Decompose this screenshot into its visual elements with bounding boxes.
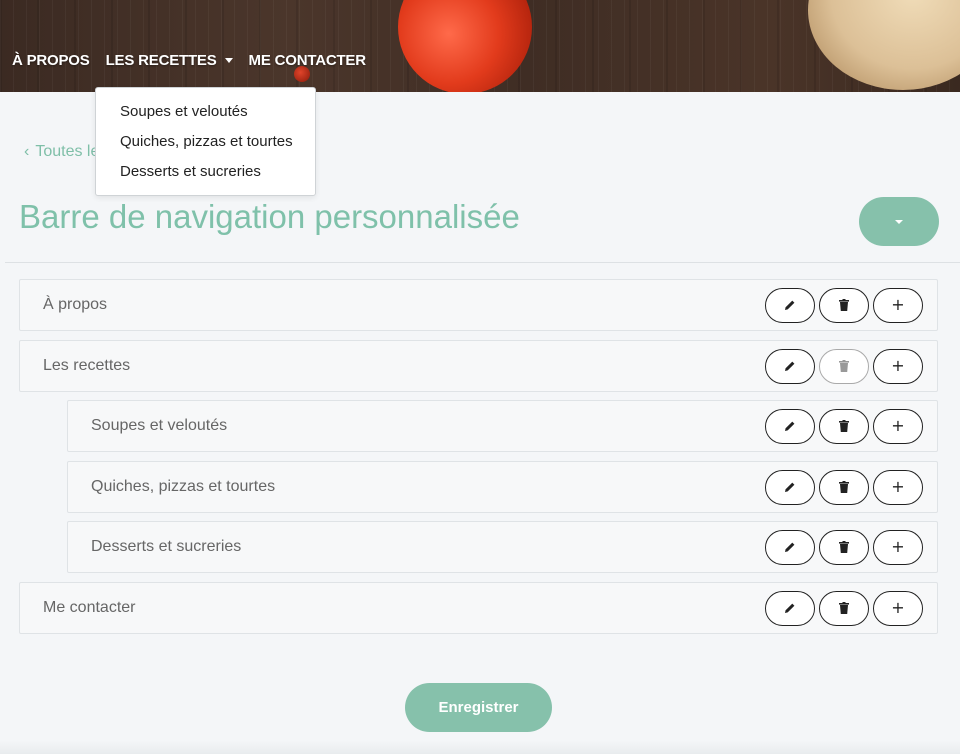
options-dropdown-button[interactable] bbox=[859, 197, 939, 246]
divider bbox=[5, 262, 960, 263]
row-actions: + bbox=[765, 408, 937, 444]
tomato-image bbox=[398, 0, 532, 92]
row-actions: + bbox=[765, 590, 937, 626]
row-actions: + bbox=[765, 348, 937, 384]
nav-item-label: À PROPOS bbox=[12, 52, 90, 69]
plus-icon: + bbox=[891, 295, 905, 314]
menu-item-row: Me contacter + bbox=[19, 582, 938, 634]
header-banner: À PROPOS LES RECETTES ME CONTACTER bbox=[0, 0, 960, 92]
page-bottom-edge bbox=[0, 740, 960, 754]
add-child-button[interactable]: + bbox=[873, 469, 923, 505]
row-actions: + bbox=[765, 469, 937, 505]
plus-icon: + bbox=[891, 537, 905, 556]
row-actions: + bbox=[765, 529, 937, 565]
delete-button[interactable] bbox=[819, 469, 869, 505]
trash-icon bbox=[839, 360, 849, 372]
add-child-button[interactable]: + bbox=[873, 590, 923, 626]
delete-button[interactable] bbox=[819, 408, 869, 444]
menu-item-label: Desserts et sucreries bbox=[91, 538, 242, 555]
plus-icon: + bbox=[891, 356, 905, 375]
nav-item-les-recettes[interactable]: LES RECETTES bbox=[106, 52, 233, 69]
delete-button[interactable] bbox=[819, 529, 869, 565]
nav-item-label: ME CONTACTER bbox=[248, 52, 367, 69]
add-child-button[interactable]: + bbox=[873, 529, 923, 565]
nav-item-me-contacter[interactable]: ME CONTACTER bbox=[248, 52, 367, 69]
menu-item-label: Les recettes bbox=[43, 357, 131, 374]
edit-button[interactable] bbox=[765, 408, 815, 444]
menu-item-label: Me contacter bbox=[43, 599, 136, 616]
caret-down-icon bbox=[224, 58, 233, 63]
menu-item-row: À propos + bbox=[19, 279, 938, 331]
add-child-button[interactable]: + bbox=[873, 348, 923, 384]
pencil-icon bbox=[785, 421, 795, 431]
dropdown-item-soupes[interactable]: Soupes et veloutés bbox=[96, 98, 315, 128]
plus-icon: + bbox=[891, 416, 905, 435]
nav-item-a-propos[interactable]: À PROPOS bbox=[12, 52, 90, 69]
row-actions: + bbox=[765, 287, 937, 323]
menu-item-label: À propos bbox=[43, 296, 108, 313]
submenu-item-row: Soupes et veloutés + bbox=[67, 400, 938, 452]
pencil-icon bbox=[785, 300, 795, 310]
recettes-dropdown-menu: Soupes et veloutés Quiches, pizzas et to… bbox=[95, 87, 316, 196]
pencil-icon bbox=[785, 361, 795, 371]
page-title: Barre de navigation personnalisée bbox=[19, 198, 520, 235]
menu-item-label: Soupes et veloutés bbox=[91, 417, 228, 434]
delete-button[interactable] bbox=[819, 287, 869, 323]
menu-item-row: Les recettes + bbox=[19, 340, 938, 392]
nav-item-label: LES RECETTES bbox=[105, 52, 217, 69]
chevron-left-icon: ‹ bbox=[24, 143, 30, 160]
add-child-button[interactable]: + bbox=[873, 408, 923, 444]
trash-icon bbox=[839, 420, 849, 432]
pencil-icon bbox=[785, 482, 795, 492]
delete-button[interactable] bbox=[819, 590, 869, 626]
save-button[interactable]: Enregistrer bbox=[405, 683, 552, 732]
cutting-board-image bbox=[808, 0, 960, 90]
trash-icon bbox=[839, 481, 849, 493]
edit-button[interactable] bbox=[765, 287, 815, 323]
plus-icon: + bbox=[891, 477, 905, 496]
dropdown-item-quiches[interactable]: Quiches, pizzas et tourtes bbox=[96, 128, 315, 158]
submenu-item-row: Quiches, pizzas et tourtes + bbox=[67, 461, 938, 513]
add-child-button[interactable]: + bbox=[873, 287, 923, 323]
edit-button[interactable] bbox=[765, 348, 815, 384]
edit-button[interactable] bbox=[765, 529, 815, 565]
pencil-icon bbox=[785, 542, 795, 552]
edit-button[interactable] bbox=[765, 590, 815, 626]
trash-icon bbox=[839, 602, 849, 614]
edit-button[interactable] bbox=[765, 469, 815, 505]
caret-down-icon bbox=[895, 219, 903, 224]
top-navigation: À PROPOS LES RECETTES ME CONTACTER bbox=[12, 52, 366, 69]
delete-button[interactable] bbox=[819, 348, 869, 384]
submenu-item-row: Desserts et sucreries + bbox=[67, 521, 938, 573]
trash-icon bbox=[839, 541, 849, 553]
plus-icon: + bbox=[891, 598, 905, 617]
menu-item-label: Quiches, pizzas et tourtes bbox=[91, 478, 276, 495]
pencil-icon bbox=[785, 603, 795, 613]
trash-icon bbox=[839, 299, 849, 311]
dropdown-item-desserts[interactable]: Desserts et sucreries bbox=[96, 158, 315, 188]
